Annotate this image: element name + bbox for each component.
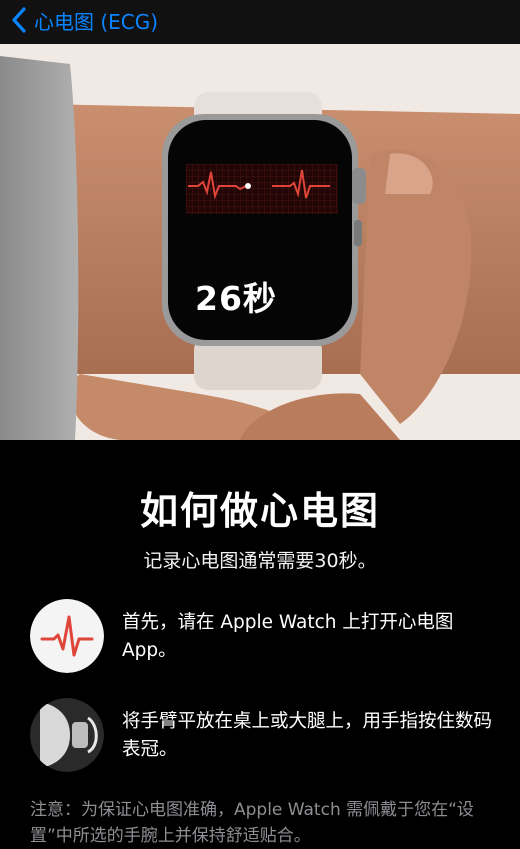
navigation-bar: 心电图 (ECG): [0, 0, 520, 44]
back-button[interactable]: 心电图 (ECG): [10, 6, 158, 34]
note-text: 注意：为保证心电图准确，Apple Watch 需佩戴于您在“设置”中所选的手腕…: [30, 800, 474, 846]
back-button-label: 心电图 (ECG): [34, 9, 159, 34]
step-1-text: 首先，请在 Apple Watch 上打开心电图 App。: [122, 612, 454, 661]
digital-crown-icon: [30, 698, 104, 772]
chevron-left-icon: [12, 7, 26, 33]
page-title: 如何做心电图: [139, 489, 380, 533]
ecg-app-icon: [30, 599, 104, 673]
watch-timer: 26秒: [195, 279, 277, 318]
page-subtitle: 记录心电图通常需要30秒。: [143, 550, 377, 572]
hero-image: 26秒: [0, 44, 520, 440]
step-2-text: 将手臂平放在桌上或大腿上，用手指按住数码表冠。: [122, 711, 493, 760]
